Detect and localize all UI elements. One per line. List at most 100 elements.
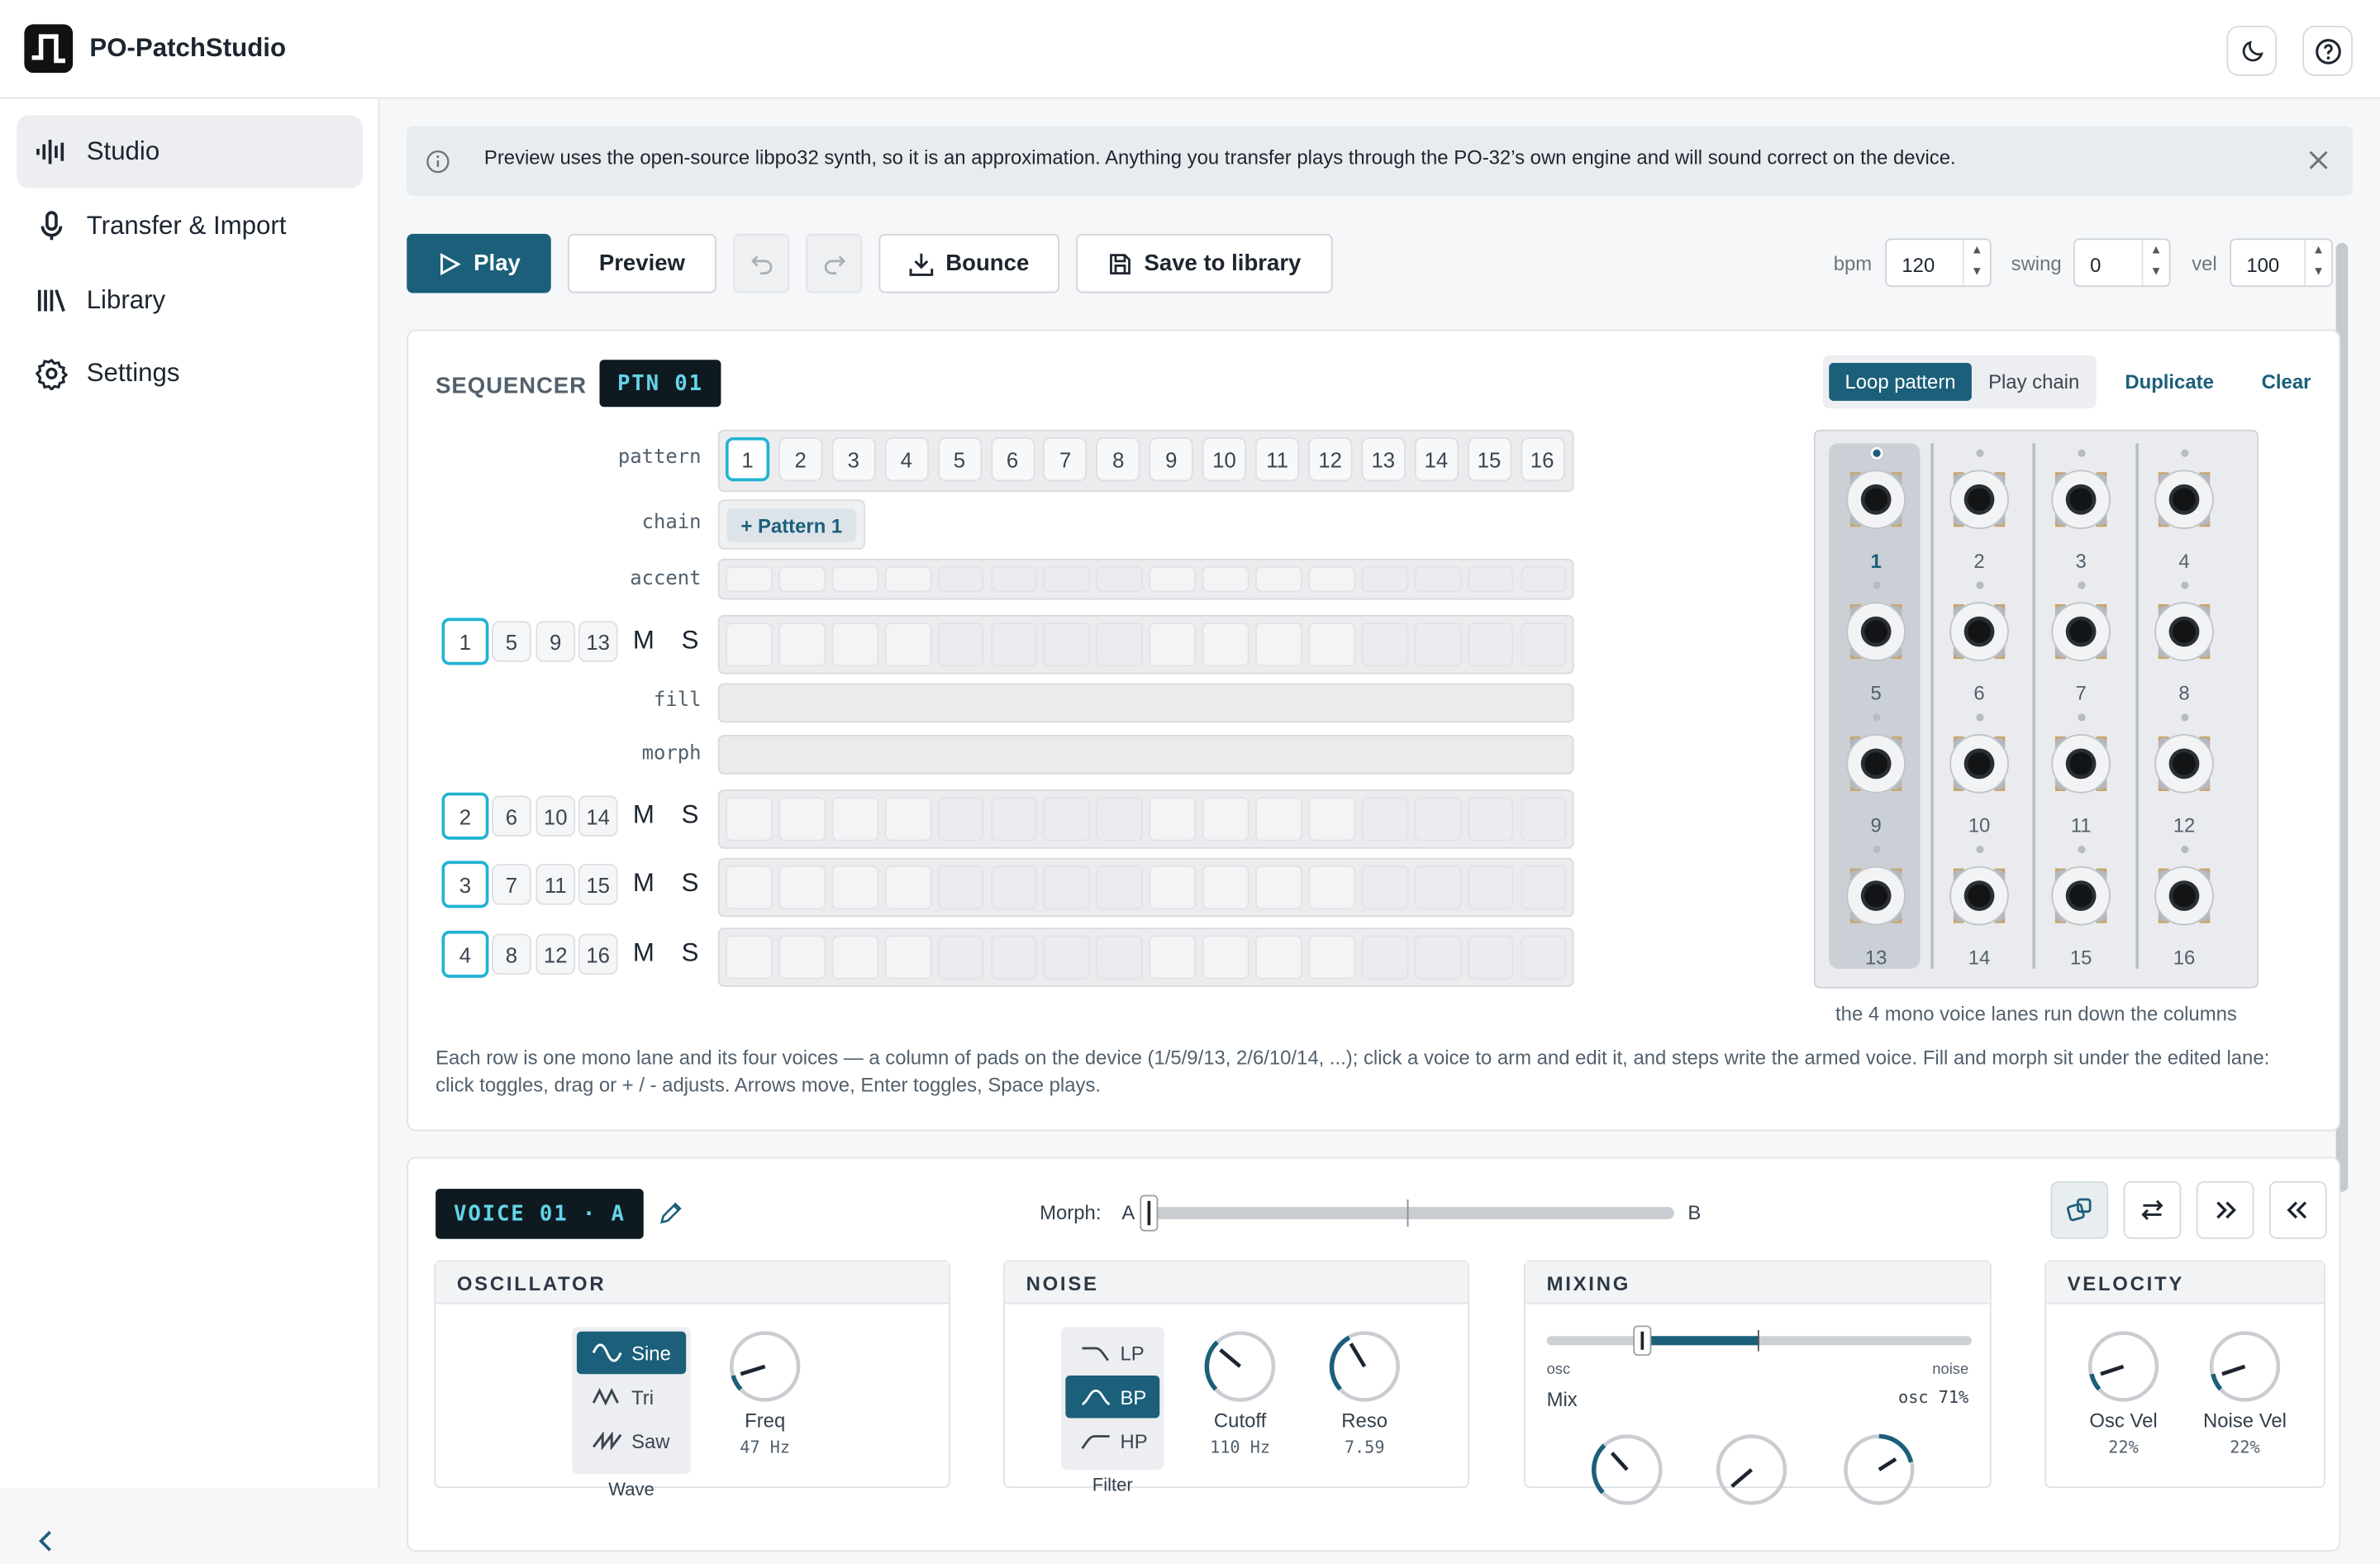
osc-vel-knob[interactable]	[2086, 1328, 2162, 1404]
voice-select-7[interactable]: 7	[492, 864, 531, 905]
voice-select-4[interactable]: 4	[441, 930, 489, 978]
edit-pencil-icon[interactable]	[659, 1201, 683, 1225]
lane-2-step-9[interactable]	[1149, 797, 1197, 842]
mix-knob-2[interactable]	[1714, 1432, 1790, 1508]
pattern-button-15[interactable]: 15	[1467, 436, 1511, 482]
pattern-button-4[interactable]: 4	[884, 436, 929, 482]
pad-button-1[interactable]	[1838, 461, 1914, 537]
pattern-button-9[interactable]: 9	[1149, 436, 1193, 482]
lane-1-step-6[interactable]	[990, 622, 1038, 667]
lane-2-step-2[interactable]	[778, 797, 826, 842]
lane-4-step-12[interactable]	[1308, 935, 1355, 980]
lane-1-step-13[interactable]	[1361, 622, 1408, 667]
lane-3-step-1[interactable]	[725, 865, 773, 910]
lane-2-step-7[interactable]	[1043, 797, 1091, 842]
lane-4-step-4[interactable]	[884, 935, 931, 980]
lane-3-step-9[interactable]	[1149, 865, 1197, 910]
fill-row[interactable]	[717, 683, 1574, 723]
lane-1-step-12[interactable]	[1308, 622, 1355, 667]
lane-3-solo-button[interactable]: S	[682, 869, 699, 899]
randomize-button[interactable]	[2050, 1180, 2109, 1239]
pattern-button-10[interactable]: 10	[1202, 436, 1247, 482]
accent-step-10[interactable]	[1202, 566, 1250, 593]
accent-step-15[interactable]	[1467, 566, 1515, 593]
freq-knob[interactable]	[727, 1328, 803, 1404]
lane-4-step-10[interactable]	[1202, 935, 1250, 980]
voice-select-2[interactable]: 2	[441, 792, 489, 840]
lane-1-step-3[interactable]	[831, 622, 878, 667]
wave-option-saw[interactable]: Saw	[577, 1419, 686, 1461]
vel-stepper[interactable]: ▲ ▼	[2304, 240, 2331, 286]
lane-2-step-16[interactable]	[1520, 797, 1568, 842]
pattern-button-13[interactable]: 13	[1361, 436, 1406, 482]
pattern-button-8[interactable]: 8	[1096, 436, 1140, 482]
lane-4-step-5[interactable]	[937, 935, 985, 980]
lane-3-step-16[interactable]	[1520, 865, 1568, 910]
copy-a-to-b-button[interactable]	[2196, 1180, 2254, 1239]
pattern-button-7[interactable]: 7	[1043, 436, 1088, 482]
accent-step-5[interactable]	[937, 566, 985, 593]
morph-slider[interactable]	[1140, 1194, 1674, 1232]
morph-slider-thumb[interactable]	[1140, 1194, 1159, 1232]
lane-3-step-11[interactable]	[1254, 865, 1302, 910]
lane-2-step-4[interactable]	[884, 797, 931, 842]
lane-4-step-15[interactable]	[1467, 935, 1515, 980]
lane-3-step-6[interactable]	[990, 865, 1038, 910]
lane-1-step-10[interactable]	[1202, 622, 1250, 667]
lane-3-step-5[interactable]	[937, 865, 985, 910]
accent-step-14[interactable]	[1414, 566, 1461, 593]
sidebar-item-studio[interactable]: Studio	[17, 115, 363, 188]
lane-1-step-2[interactable]	[778, 622, 826, 667]
filter-option-hp[interactable]: HP	[1065, 1419, 1159, 1461]
lane-4-step-9[interactable]	[1149, 935, 1197, 980]
lane-4-step-11[interactable]	[1254, 935, 1302, 980]
lane-4-step-14[interactable]	[1414, 935, 1461, 980]
lane-2-step-8[interactable]	[1096, 797, 1144, 842]
wave-option-sine[interactable]: Sine	[576, 1331, 687, 1375]
bounce-button[interactable]: Bounce	[878, 233, 1060, 293]
vel-input[interactable]: 100 ▲ ▼	[2230, 238, 2334, 288]
pad-button-14[interactable]	[1941, 858, 2017, 934]
pad-button-2[interactable]	[1941, 461, 2017, 537]
lane-1-step-1[interactable]	[725, 622, 773, 667]
lane-2-solo-button[interactable]: S	[682, 800, 699, 831]
voice-select-8[interactable]: 8	[492, 933, 531, 975]
lane-2-step-10[interactable]	[1202, 797, 1250, 842]
pattern-button-5[interactable]: 5	[937, 436, 982, 482]
voice-select-15[interactable]: 15	[578, 864, 618, 905]
lane-1-step-15[interactable]	[1467, 622, 1515, 667]
lane-3-step-3[interactable]	[831, 865, 878, 910]
mix-knob-1[interactable]	[1589, 1432, 1665, 1508]
lane-4-mute-button[interactable]: M	[633, 938, 654, 969]
lane-2-step-11[interactable]	[1254, 797, 1302, 842]
copy-b-to-a-button[interactable]	[2268, 1180, 2327, 1239]
filter-option-lp[interactable]: LP	[1065, 1332, 1159, 1374]
lane-2-step-12[interactable]	[1308, 797, 1355, 842]
filter-option-bp[interactable]: BP	[1065, 1376, 1160, 1419]
voice-select-10[interactable]: 10	[536, 795, 576, 837]
lane-2-step-1[interactable]	[725, 797, 773, 842]
pad-button-16[interactable]	[2146, 858, 2222, 934]
accent-step-9[interactable]	[1149, 566, 1197, 593]
lane-4-step-6[interactable]	[990, 935, 1038, 980]
undo-button[interactable]	[733, 233, 790, 293]
lane-4-step-13[interactable]	[1361, 935, 1408, 980]
play-button[interactable]: Play	[407, 233, 551, 293]
duplicate-button[interactable]: Duplicate	[2125, 370, 2213, 393]
morph-row[interactable]	[717, 734, 1574, 775]
lane-1-step-8[interactable]	[1096, 622, 1144, 667]
save-to-library-button[interactable]: Save to library	[1076, 233, 1333, 293]
lane-1-mute-button[interactable]: M	[633, 626, 654, 656]
lane-3-step-8[interactable]	[1096, 865, 1144, 910]
wave-option-tri[interactable]: Tri	[577, 1376, 686, 1418]
accent-step-4[interactable]	[884, 566, 931, 593]
sidebar-item-library[interactable]: Library	[17, 265, 363, 337]
voice-select-9[interactable]: 9	[536, 621, 576, 662]
lane-1-step-7[interactable]	[1043, 622, 1091, 667]
close-icon[interactable]	[2309, 150, 2329, 170]
bpm-input[interactable]: 120 ▲ ▼	[1885, 238, 1992, 288]
pad-button-10[interactable]	[1941, 726, 2017, 802]
lane-1-step-5[interactable]	[937, 622, 985, 667]
lane-3-step-10[interactable]	[1202, 865, 1250, 910]
lane-4-step-1[interactable]	[725, 935, 773, 980]
